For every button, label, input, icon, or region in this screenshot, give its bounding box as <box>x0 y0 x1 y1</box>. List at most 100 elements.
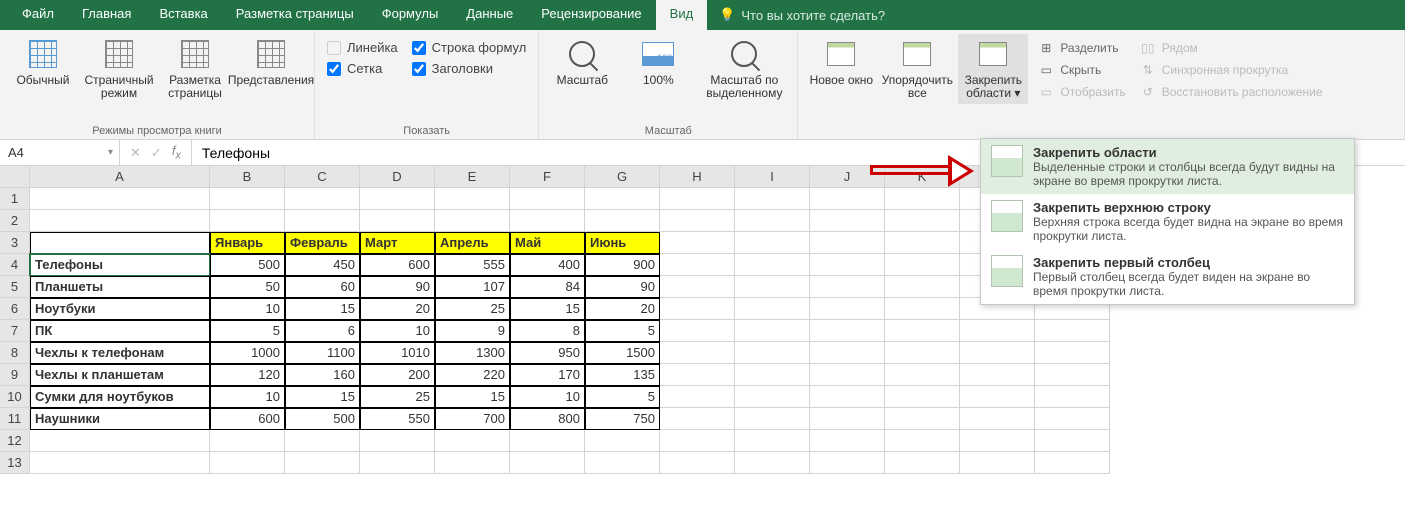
cell[interactable]: 20 <box>585 298 660 320</box>
cell[interactable] <box>735 298 810 320</box>
cell[interactable] <box>960 364 1035 386</box>
cell[interactable] <box>660 320 735 342</box>
cell[interactable]: Планшеты <box>30 276 210 298</box>
cell[interactable] <box>660 342 735 364</box>
cell[interactable] <box>735 210 810 232</box>
cell[interactable]: 15 <box>435 386 510 408</box>
cell[interactable]: Май <box>510 232 585 254</box>
tab-insert[interactable]: Вставка <box>145 0 221 30</box>
cell[interactable]: Чехлы к телефонам <box>30 342 210 364</box>
cell[interactable] <box>210 430 285 452</box>
cell[interactable] <box>885 342 960 364</box>
cell[interactable] <box>1035 408 1110 430</box>
row-header[interactable]: 1 <box>0 188 30 210</box>
cell[interactable]: 15 <box>510 298 585 320</box>
cell[interactable] <box>30 188 210 210</box>
cell[interactable] <box>735 276 810 298</box>
cell[interactable]: 10 <box>360 320 435 342</box>
cell[interactable]: 900 <box>585 254 660 276</box>
cell[interactable]: Апрель <box>435 232 510 254</box>
cell[interactable] <box>510 452 585 474</box>
cell[interactable]: 10 <box>510 386 585 408</box>
cell[interactable]: 220 <box>435 364 510 386</box>
column-header[interactable]: A <box>30 166 210 188</box>
cell[interactable] <box>735 364 810 386</box>
cell[interactable] <box>885 430 960 452</box>
row-header[interactable]: 5 <box>0 276 30 298</box>
cell[interactable]: 9 <box>435 320 510 342</box>
freeze-panes-button[interactable]: Закрепить области ▾ <box>958 34 1028 104</box>
name-box[interactable]: A4 <box>0 140 120 165</box>
cell[interactable] <box>360 430 435 452</box>
cell[interactable] <box>960 320 1035 342</box>
row-header[interactable]: 2 <box>0 210 30 232</box>
cell[interactable]: 750 <box>585 408 660 430</box>
cell[interactable]: 700 <box>435 408 510 430</box>
cell[interactable]: 10 <box>210 298 285 320</box>
cell[interactable]: Январь <box>210 232 285 254</box>
cell[interactable] <box>735 342 810 364</box>
cell[interactable]: 5 <box>585 386 660 408</box>
cell[interactable]: 6 <box>285 320 360 342</box>
cell[interactable]: 500 <box>210 254 285 276</box>
cell[interactable] <box>285 430 360 452</box>
column-header[interactable]: F <box>510 166 585 188</box>
cell[interactable]: 600 <box>210 408 285 430</box>
cell[interactable]: 160 <box>285 364 360 386</box>
cell[interactable] <box>585 188 660 210</box>
cell[interactable] <box>885 254 960 276</box>
cell[interactable]: 400 <box>510 254 585 276</box>
cell[interactable] <box>810 254 885 276</box>
cell[interactable]: Чехлы к планшетам <box>30 364 210 386</box>
cell[interactable]: Март <box>360 232 435 254</box>
cell[interactable] <box>960 452 1035 474</box>
cell[interactable]: 107 <box>435 276 510 298</box>
cell[interactable]: 135 <box>585 364 660 386</box>
cell[interactable] <box>810 342 885 364</box>
tab-home[interactable]: Главная <box>68 0 145 30</box>
cell[interactable] <box>885 210 960 232</box>
tab-file[interactable]: Файл <box>8 0 68 30</box>
cell[interactable] <box>735 386 810 408</box>
row-header[interactable]: 3 <box>0 232 30 254</box>
check-headings[interactable]: Заголовки <box>412 61 527 76</box>
column-header[interactable]: E <box>435 166 510 188</box>
cell[interactable] <box>360 188 435 210</box>
cell[interactable] <box>285 210 360 232</box>
cell[interactable]: 1500 <box>585 342 660 364</box>
cell[interactable] <box>810 276 885 298</box>
cell[interactable]: 1000 <box>210 342 285 364</box>
cell[interactable]: Февраль <box>285 232 360 254</box>
cell[interactable] <box>1035 320 1110 342</box>
zoom-to-selection-button[interactable]: Масштаб по выделенному <box>699 34 789 104</box>
cell[interactable] <box>435 452 510 474</box>
cell[interactable]: 170 <box>510 364 585 386</box>
cell[interactable] <box>210 188 285 210</box>
cell[interactable]: Июнь <box>585 232 660 254</box>
column-header[interactable]: C <box>285 166 360 188</box>
check-formulabar[interactable]: Строка формул <box>412 40 527 55</box>
cell[interactable] <box>735 188 810 210</box>
resetpos-button[interactable]: ↺Восстановить расположение <box>1136 82 1327 102</box>
cell[interactable]: 5 <box>585 320 660 342</box>
cell[interactable] <box>585 210 660 232</box>
fx-icon[interactable]: fx <box>172 143 181 162</box>
cell[interactable]: 25 <box>360 386 435 408</box>
column-header[interactable]: D <box>360 166 435 188</box>
cell[interactable]: 84 <box>510 276 585 298</box>
cell[interactable] <box>660 298 735 320</box>
cell[interactable]: 1300 <box>435 342 510 364</box>
cell[interactable] <box>960 342 1035 364</box>
cell[interactable] <box>885 320 960 342</box>
row-header[interactable]: 4 <box>0 254 30 276</box>
cell[interactable] <box>810 188 885 210</box>
freeze-first-col-item[interactable]: Закрепить первый столбецПервый столбец в… <box>981 249 1354 304</box>
cell[interactable]: 555 <box>435 254 510 276</box>
split-button[interactable]: ⊞Разделить <box>1034 38 1129 58</box>
cell[interactable]: Наушники <box>30 408 210 430</box>
cell[interactable] <box>660 386 735 408</box>
cell[interactable] <box>210 452 285 474</box>
row-header[interactable]: 9 <box>0 364 30 386</box>
freeze-panes-item[interactable]: Закрепить областиВыделенные строки и сто… <box>981 139 1354 194</box>
cell[interactable] <box>660 232 735 254</box>
